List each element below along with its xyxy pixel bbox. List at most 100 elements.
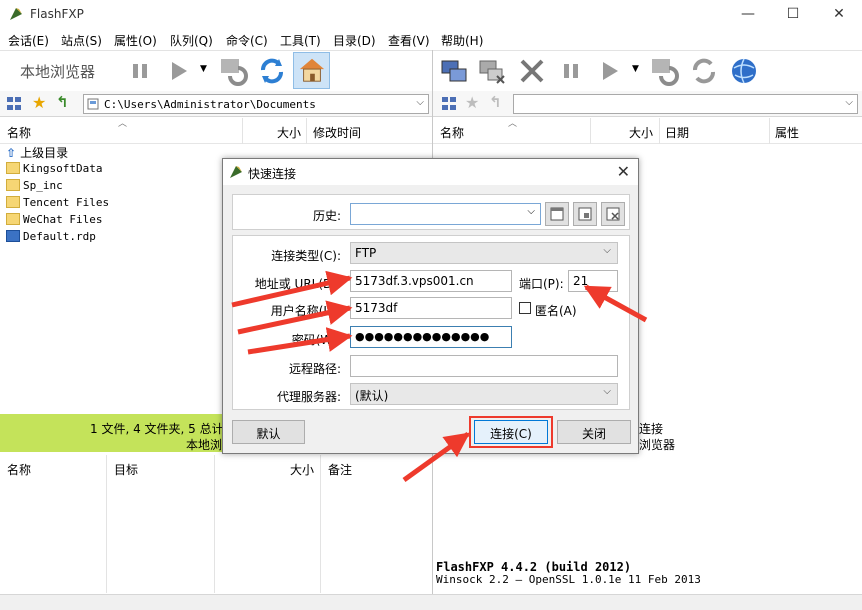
close-button[interactable]: 关闭 [557, 420, 631, 444]
folder-icon [6, 196, 20, 208]
column-modified[interactable]: 修改时间 [313, 124, 361, 141]
dialog-title: 快速连接 [248, 167, 297, 181]
address-input[interactable]: 5173df.3.vps001.cn [350, 270, 512, 292]
connection-type-select[interactable]: FTP ⌵ [350, 242, 618, 264]
proxy-select[interactable]: (默认) ⌵ [350, 383, 618, 405]
favorites-star-icon[interactable]: ★ [32, 93, 46, 112]
history-label: 历史: [312, 209, 341, 223]
menu-sites[interactable]: 站点(S) [61, 32, 102, 49]
connect-icon[interactable] [439, 56, 469, 86]
drive-icon [87, 98, 99, 110]
pause-icon[interactable] [557, 56, 587, 86]
chevron-down-icon: ⌵ [603, 386, 611, 397]
password-input[interactable]: ●●●●●●●●●●●●●● [350, 326, 512, 348]
list-item[interactable]: ⇧ 上级目录 [6, 144, 68, 161]
menu-directory[interactable]: 目录(D) [333, 32, 376, 49]
list-item[interactable]: Tencent Files [6, 196, 109, 213]
remote-toolbar: ▼ [433, 50, 862, 90]
default-button[interactable]: 默认 [232, 420, 305, 444]
network-icon[interactable] [6, 96, 22, 112]
menu-session[interactable]: 会话(E) [8, 32, 49, 49]
history-edit-button[interactable] [545, 202, 569, 226]
remote-status-line1: 连接 [639, 422, 664, 436]
pause-icon[interactable] [126, 56, 156, 86]
refresh-gray-icon[interactable] [649, 56, 679, 86]
connect-button[interactable]: 连接(C) [474, 420, 548, 444]
menu-tools[interactable]: 工具(T) [280, 32, 321, 49]
maximize-button[interactable]: ☐ [783, 6, 803, 24]
dialog-close-icon[interactable]: ✕ [617, 162, 630, 181]
local-path-combobox[interactable]: C:\Users\Administrator\Documents ⌵ [83, 94, 429, 114]
folder-icon [6, 179, 20, 191]
up-directory-icon[interactable]: ↰ [56, 93, 69, 111]
log-version-line: FlashFXP 4.4.2 (build 2012) [436, 560, 632, 574]
column-size[interactable]: 大小 [629, 124, 653, 141]
remote-path-combobox[interactable]: ⌵ [513, 94, 858, 114]
remote-status-line2: 浏览器 [639, 438, 676, 452]
history-combobox[interactable]: ⌵ [350, 203, 541, 225]
local-column-header: 名称 ︿ 大小 修改时间 [0, 118, 432, 144]
column-name[interactable]: 名称 [440, 124, 464, 141]
title-bar: FlashFXP — ☐ ✕ [0, 0, 862, 30]
port-input[interactable]: 21 [568, 270, 618, 292]
flashfxp-logo-icon [10, 8, 22, 20]
remote-path-input[interactable] [350, 355, 618, 377]
list-item[interactable]: KingsoftData [6, 162, 102, 179]
transfer-play-icon[interactable] [595, 56, 625, 86]
column-size[interactable]: 大小 [277, 124, 301, 141]
rdp-file-icon [6, 230, 20, 242]
globe-icon[interactable] [729, 56, 759, 86]
window-title: FlashFXP [30, 7, 84, 21]
up-directory-icon[interactable]: ↰ [489, 93, 502, 111]
queue-column-notes[interactable]: 备注 [328, 461, 352, 478]
anonymous-label[interactable]: 匿名(A) [535, 302, 577, 319]
column-date[interactable]: 日期 [665, 124, 689, 141]
home-button[interactable] [293, 52, 330, 89]
chevron-down-icon[interactable]: ▼ [632, 64, 639, 74]
window-icon [550, 207, 564, 221]
chevron-down-icon: ⌵ [845, 97, 853, 108]
window-save-icon [578, 207, 592, 221]
menu-commands[interactable]: 命令(C) [226, 32, 268, 49]
column-name[interactable]: 名称 [7, 124, 31, 141]
minimize-button[interactable]: — [738, 6, 758, 24]
network-icon[interactable] [441, 96, 457, 112]
close-window-button[interactable]: ✕ [829, 6, 849, 24]
menu-help[interactable]: 帮助(H) [441, 32, 483, 49]
menu-options[interactable]: 属性(O) [114, 32, 157, 49]
chevron-down-icon[interactable]: ▼ [200, 64, 207, 74]
menu-view[interactable]: 查看(V) [388, 32, 430, 49]
refresh-gray-icon[interactable] [218, 56, 248, 86]
password-label: 密码(W): [291, 333, 341, 347]
local-status-line2: 本地浏 [186, 438, 223, 452]
proxy-label: 代理服务器: [276, 390, 341, 404]
history-save-button[interactable] [573, 202, 597, 226]
queue-column-target[interactable]: 目标 [114, 461, 138, 478]
log-pane: FlashFXP 4.4.2 (build 2012) Winsock 2.2 … [433, 455, 862, 595]
local-path-text: C:\Users\Administrator\Documents [104, 98, 316, 111]
anonymous-checkbox[interactable] [519, 302, 531, 314]
flashfxp-logo-icon [230, 166, 242, 178]
folder-icon [6, 213, 20, 225]
chevron-down-icon: ⌵ [527, 206, 535, 217]
transfer-play-icon[interactable] [164, 56, 194, 86]
menu-queue[interactable]: 队列(Q) [170, 32, 213, 49]
remote-path-bar: ★ ↰ ⌵ [433, 91, 862, 117]
username-input[interactable]: 5173df [350, 297, 512, 319]
refresh-icon[interactable] [257, 56, 287, 86]
queue-column-size[interactable]: 大小 [290, 461, 314, 478]
list-item[interactable]: Sp_inc [6, 179, 63, 196]
disconnect-icon[interactable] [477, 56, 507, 86]
list-item[interactable]: Default.rdp [6, 230, 96, 247]
chevron-down-icon: ⌵ [416, 97, 424, 108]
refresh-icon[interactable] [689, 56, 719, 86]
queue-column-name[interactable]: 名称 [7, 461, 31, 478]
remote-column-header: 名称 ︿ 大小 日期 属性 [433, 118, 862, 144]
menu-bar: 会话(E) 站点(S) 属性(O) 队列(Q) 命令(C) 工具(T) 目录(D… [0, 30, 862, 50]
list-item[interactable]: WeChat Files [6, 213, 102, 230]
favorites-star-icon[interactable]: ★ [465, 93, 479, 112]
column-attributes[interactable]: 属性 [775, 124, 799, 141]
address-label: 地址或 URL(D): [254, 277, 341, 291]
history-delete-button[interactable] [601, 202, 625, 226]
abort-icon[interactable] [517, 56, 547, 86]
